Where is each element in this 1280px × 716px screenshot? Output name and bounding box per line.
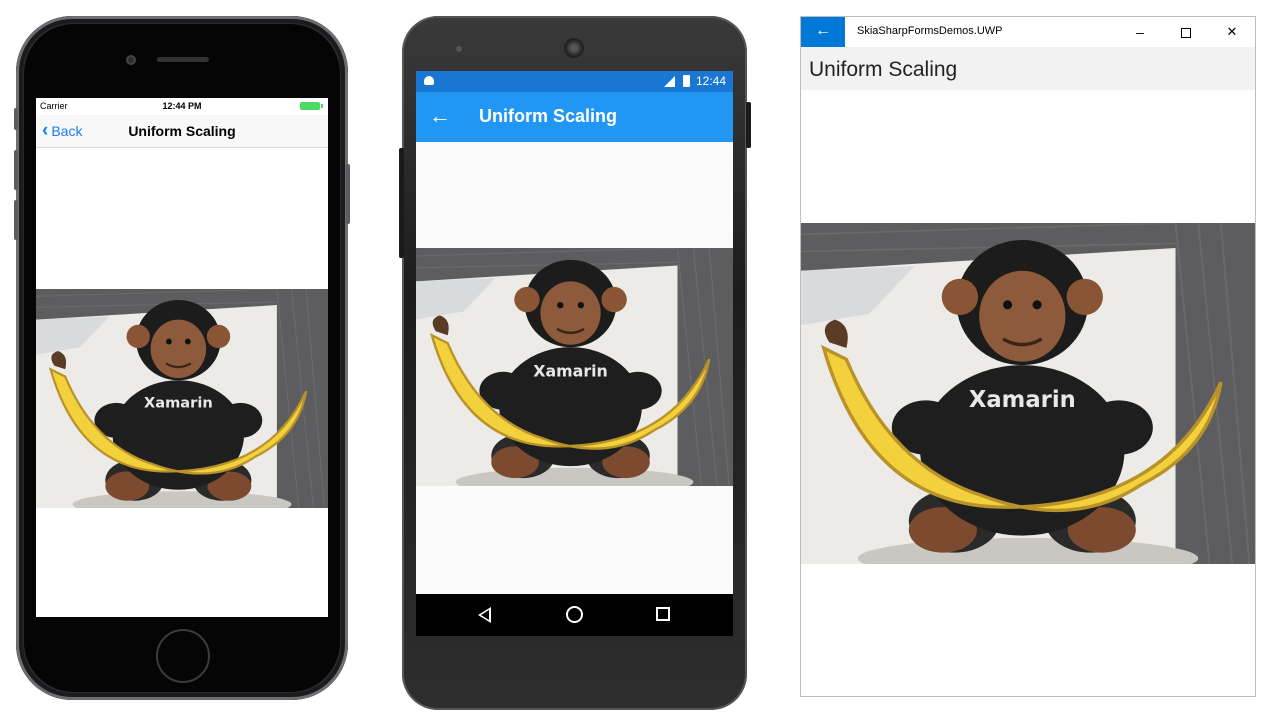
page-title: Uniform Scaling	[809, 58, 958, 81]
android-notification-icon	[424, 76, 434, 85]
status-time: 12:44 PM	[162, 101, 202, 111]
ios-status-bar: Carrier 12:44 PM	[36, 98, 328, 115]
earpiece-speaker	[564, 38, 584, 58]
page-title: Uniform Scaling	[479, 106, 618, 126]
monkey-banana-photo: Xamarin	[801, 223, 1255, 564]
shirt-text: Xamarin	[533, 362, 608, 381]
back-arrow-icon[interactable]: ←	[429, 103, 451, 129]
battery-icon	[683, 75, 690, 87]
ios-screen: Carrier 12:44 PM ‹ Back Uniform Scaling	[36, 98, 328, 617]
back-arrow-icon[interactable]: ←	[801, 17, 845, 47]
android-app-bar: ← Uniform Scaling	[416, 92, 733, 142]
nav-back-icon[interactable]	[478, 607, 491, 623]
uwp-window: ← SkiaSharpFormsDemos.UWP – ✕ Uniform Sc…	[800, 16, 1256, 697]
battery-icon	[300, 102, 323, 110]
nav-home-icon[interactable]	[566, 606, 583, 623]
maximize-icon	[1181, 28, 1191, 39]
window-title-bar: ← SkiaSharpFormsDemos.UWP – ✕	[801, 17, 1255, 47]
home-button[interactable]	[156, 629, 210, 683]
nav-recents-icon[interactable]	[656, 607, 670, 621]
android-device: 12:44 ← Uniform Scaling Xamarin	[399, 16, 751, 710]
volume-button	[746, 102, 751, 148]
volume-up-button	[14, 150, 18, 190]
page-header: Uniform Scaling	[801, 47, 1255, 90]
shirt-text: Xamarin	[969, 387, 1076, 413]
power-button	[346, 164, 350, 224]
shirt-text: Xamarin	[144, 394, 213, 411]
monkey-banana-photo: Xamarin	[36, 289, 328, 508]
earpiece-speaker	[157, 57, 209, 62]
android-status-bar: 12:44	[416, 71, 733, 92]
status-time: 12:44	[695, 74, 726, 88]
close-button[interactable]: ✕	[1209, 17, 1255, 47]
page-title: Uniform Scaling	[128, 123, 236, 139]
volume-down-button	[14, 200, 18, 240]
minimize-button[interactable]: –	[1117, 17, 1163, 47]
app-title: SkiaSharpFormsDemos.UWP	[857, 25, 1003, 37]
monkey-banana-photo: Xamarin	[416, 248, 733, 486]
front-camera	[456, 46, 462, 52]
ios-navigation-bar: ‹ Back Uniform Scaling	[36, 115, 328, 148]
android-screen: 12:44 ← Uniform Scaling Xamarin	[416, 71, 733, 636]
android-navigation-bar	[416, 594, 733, 636]
signal-icon	[664, 76, 675, 87]
maximize-button[interactable]	[1163, 17, 1209, 47]
mute-switch	[14, 108, 18, 130]
iphone-device: Carrier 12:44 PM ‹ Back Uniform Scaling	[14, 16, 350, 700]
front-camera	[126, 55, 136, 65]
power-button	[399, 148, 404, 258]
